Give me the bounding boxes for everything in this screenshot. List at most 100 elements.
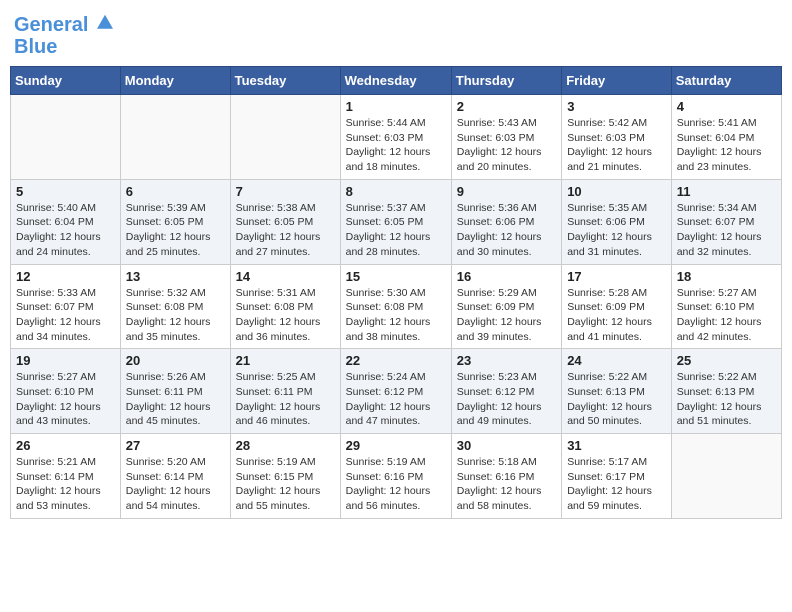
day-number: 25 (677, 353, 776, 368)
calendar-cell: 12 Sunrise: 5:33 AM Sunset: 6:07 PM Dayli… (11, 264, 121, 349)
day-content: Sunrise: 5:38 AM Sunset: 6:05 PM Dayligh… (236, 201, 335, 260)
day-content: Sunrise: 5:39 AM Sunset: 6:05 PM Dayligh… (126, 201, 225, 260)
day-content: Sunrise: 5:17 AM Sunset: 6:17 PM Dayligh… (567, 455, 666, 514)
day-content: Sunrise: 5:32 AM Sunset: 6:08 PM Dayligh… (126, 286, 225, 345)
day-number: 9 (457, 184, 556, 199)
calendar-cell: 8 Sunrise: 5:37 AM Sunset: 6:05 PM Daylig… (340, 179, 451, 264)
calendar-cell: 25 Sunrise: 5:22 AM Sunset: 6:13 PM Dayli… (671, 349, 781, 434)
day-number: 29 (346, 438, 446, 453)
day-number: 18 (677, 269, 776, 284)
calendar-cell: 15Sunrise: 5:30 AM Sunset: 6:08 PM Dayli… (340, 264, 451, 349)
day-number: 28 (236, 438, 335, 453)
calendar-cell: 9 Sunrise: 5:36 AM Sunset: 6:06 PM Daylig… (451, 179, 561, 264)
day-content: Sunrise: 5:30 AM Sunset: 6:08 PM Dayligh… (346, 286, 446, 345)
day-number: 16 (457, 269, 556, 284)
calendar-cell: 10Sunrise: 5:35 AM Sunset: 6:06 PM Dayli… (562, 179, 672, 264)
calendar-cell (120, 95, 230, 180)
logo-general: General (14, 14, 88, 36)
calendar-week-1: 1 Sunrise: 5:44 AM Sunset: 6:03 PM Daylig… (11, 95, 782, 180)
calendar-cell: 13 Sunrise: 5:32 AM Sunset: 6:08 PM Dayli… (120, 264, 230, 349)
day-number: 30 (457, 438, 556, 453)
calendar-table: SundayMondayTuesdayWednesdayThursdayFrid… (10, 66, 782, 519)
header-tuesday: Tuesday (230, 67, 340, 95)
day-number: 4 (677, 99, 776, 114)
calendar-cell: 26 Sunrise: 5:21 AM Sunset: 6:14 PM Dayli… (11, 434, 121, 519)
day-content: Sunrise: 5:41 AM Sunset: 6:04 PM Dayligh… (677, 116, 776, 175)
logo-blue: Blue (14, 36, 114, 58)
calendar-cell (671, 434, 781, 519)
day-content: Sunrise: 5:25 AM Sunset: 6:11 PM Dayligh… (236, 370, 335, 429)
day-number: 7 (236, 184, 335, 199)
day-content: Sunrise: 5:37 AM Sunset: 6:05 PM Dayligh… (346, 201, 446, 260)
day-content: Sunrise: 5:44 AM Sunset: 6:03 PM Dayligh… (346, 116, 446, 175)
day-number: 26 (16, 438, 115, 453)
day-content: Sunrise: 5:33 AM Sunset: 6:07 PM Dayligh… (16, 286, 115, 345)
calendar-cell: 11Sunrise: 5:34 AM Sunset: 6:07 PM Dayli… (671, 179, 781, 264)
logo-icon (96, 13, 114, 31)
calendar-cell: 4 Sunrise: 5:41 AM Sunset: 6:04 PM Daylig… (671, 95, 781, 180)
day-content: Sunrise: 5:20 AM Sunset: 6:14 PM Dayligh… (126, 455, 225, 514)
day-number: 12 (16, 269, 115, 284)
day-number: 31 (567, 438, 666, 453)
day-number: 23 (457, 353, 556, 368)
day-content: Sunrise: 5:43 AM Sunset: 6:03 PM Dayligh… (457, 116, 556, 175)
calendar-cell: 29Sunrise: 5:19 AM Sunset: 6:16 PM Dayli… (340, 434, 451, 519)
day-content: Sunrise: 5:28 AM Sunset: 6:09 PM Dayligh… (567, 286, 666, 345)
calendar-cell: 28 Sunrise: 5:19 AM Sunset: 6:15 PM Dayli… (230, 434, 340, 519)
day-number: 6 (126, 184, 225, 199)
calendar-cell: 7 Sunrise: 5:38 AM Sunset: 6:05 PM Daylig… (230, 179, 340, 264)
day-content: Sunrise: 5:21 AM Sunset: 6:14 PM Dayligh… (16, 455, 115, 514)
day-number: 14 (236, 269, 335, 284)
calendar-cell: 3Sunrise: 5:42 AM Sunset: 6:03 PM Daylig… (562, 95, 672, 180)
day-number: 24 (567, 353, 666, 368)
calendar-cell: 14 Sunrise: 5:31 AM Sunset: 6:08 PM Dayli… (230, 264, 340, 349)
day-number: 1 (346, 99, 446, 114)
calendar-cell: 31 Sunrise: 5:17 AM Sunset: 6:17 PM Dayli… (562, 434, 672, 519)
day-content: Sunrise: 5:26 AM Sunset: 6:11 PM Dayligh… (126, 370, 225, 429)
day-number: 20 (126, 353, 225, 368)
day-content: Sunrise: 5:40 AM Sunset: 6:04 PM Dayligh… (16, 201, 115, 260)
day-number: 17 (567, 269, 666, 284)
day-content: Sunrise: 5:34 AM Sunset: 6:07 PM Dayligh… (677, 201, 776, 260)
calendar-cell: 18 Sunrise: 5:27 AM Sunset: 6:10 PM Dayli… (671, 264, 781, 349)
header-friday: Friday (562, 67, 672, 95)
day-number: 13 (126, 269, 225, 284)
header-saturday: Saturday (671, 67, 781, 95)
calendar-header-row: SundayMondayTuesdayWednesdayThursdayFrid… (11, 67, 782, 95)
day-number: 8 (346, 184, 446, 199)
header-monday: Monday (120, 67, 230, 95)
day-content: Sunrise: 5:27 AM Sunset: 6:10 PM Dayligh… (677, 286, 776, 345)
calendar-cell: 2Sunrise: 5:43 AM Sunset: 6:03 PM Daylig… (451, 95, 561, 180)
day-number: 19 (16, 353, 115, 368)
calendar-cell: 23 Sunrise: 5:23 AM Sunset: 6:12 PM Dayli… (451, 349, 561, 434)
day-content: Sunrise: 5:18 AM Sunset: 6:16 PM Dayligh… (457, 455, 556, 514)
day-content: Sunrise: 5:29 AM Sunset: 6:09 PM Dayligh… (457, 286, 556, 345)
day-content: Sunrise: 5:42 AM Sunset: 6:03 PM Dayligh… (567, 116, 666, 175)
logo-text: General (14, 14, 114, 36)
day-number: 27 (126, 438, 225, 453)
day-number: 21 (236, 353, 335, 368)
calendar-cell (230, 95, 340, 180)
calendar-week-5: 26 Sunrise: 5:21 AM Sunset: 6:14 PM Dayli… (11, 434, 782, 519)
header-thursday: Thursday (451, 67, 561, 95)
day-content: Sunrise: 5:35 AM Sunset: 6:06 PM Dayligh… (567, 201, 666, 260)
day-content: Sunrise: 5:23 AM Sunset: 6:12 PM Dayligh… (457, 370, 556, 429)
header-wednesday: Wednesday (340, 67, 451, 95)
calendar-cell: 5 Sunrise: 5:40 AM Sunset: 6:04 PM Daylig… (11, 179, 121, 264)
day-content: Sunrise: 5:24 AM Sunset: 6:12 PM Dayligh… (346, 370, 446, 429)
calendar-cell: 1 Sunrise: 5:44 AM Sunset: 6:03 PM Daylig… (340, 95, 451, 180)
calendar-week-3: 12 Sunrise: 5:33 AM Sunset: 6:07 PM Dayli… (11, 264, 782, 349)
day-number: 22 (346, 353, 446, 368)
day-content: Sunrise: 5:22 AM Sunset: 6:13 PM Dayligh… (677, 370, 776, 429)
calendar-cell: 30 Sunrise: 5:18 AM Sunset: 6:16 PM Dayli… (451, 434, 561, 519)
calendar-cell: 24 Sunrise: 5:22 AM Sunset: 6:13 PM Dayli… (562, 349, 672, 434)
header-sunday: Sunday (11, 67, 121, 95)
page-header: General Blue (10, 10, 782, 58)
calendar-cell: 22 Sunrise: 5:24 AM Sunset: 6:12 PM Dayli… (340, 349, 451, 434)
day-content: Sunrise: 5:22 AM Sunset: 6:13 PM Dayligh… (567, 370, 666, 429)
day-content: Sunrise: 5:31 AM Sunset: 6:08 PM Dayligh… (236, 286, 335, 345)
day-content: Sunrise: 5:36 AM Sunset: 6:06 PM Dayligh… (457, 201, 556, 260)
day-content: Sunrise: 5:19 AM Sunset: 6:15 PM Dayligh… (236, 455, 335, 514)
day-number: 5 (16, 184, 115, 199)
calendar-cell (11, 95, 121, 180)
